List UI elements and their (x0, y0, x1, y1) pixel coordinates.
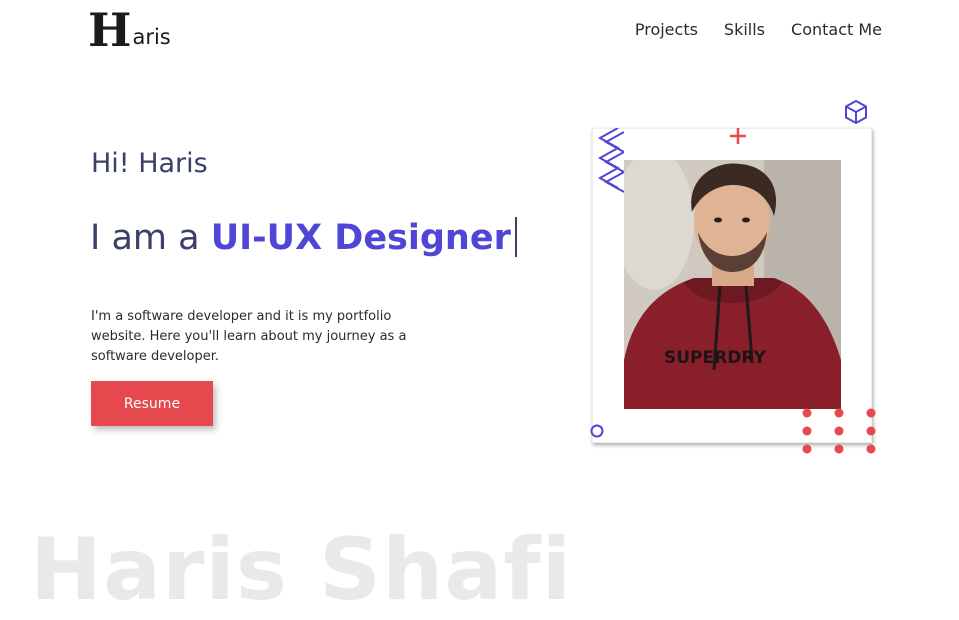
logo-text: aris (132, 25, 171, 49)
main-nav: Projects Skills Contact Me (635, 20, 882, 39)
resume-button[interactable]: Resume (91, 381, 213, 426)
headline-prefix: I am a (90, 218, 211, 258)
site-logo[interactable]: H aris (88, 3, 171, 57)
circle-decoration-icon (590, 424, 604, 438)
logo-initial: H (88, 3, 131, 57)
hero-bio: I'm a software developer and it is my po… (91, 309, 407, 364)
name-watermark: Haris Shafi (30, 520, 573, 620)
hoodie-print: SUPERDRY (664, 348, 766, 368)
dots-decoration-icon (802, 408, 876, 454)
cube-icon (845, 99, 867, 125)
zigzag-decoration-icon (597, 128, 624, 193)
nav-contact-link[interactable]: Contact Me (791, 20, 882, 39)
hero-headline: I am a UI-UX Designer (90, 217, 517, 258)
nav-projects-link[interactable]: Projects (635, 20, 698, 39)
nav-skills-link[interactable]: Skills (724, 20, 765, 39)
hero-greeting: Hi! Haris (91, 148, 208, 179)
typing-caret (514, 217, 517, 257)
profile-photo: SUPERDRY (624, 160, 841, 409)
plus-decoration-icon (730, 128, 746, 144)
headline-role: UI-UX Designer (210, 218, 511, 258)
